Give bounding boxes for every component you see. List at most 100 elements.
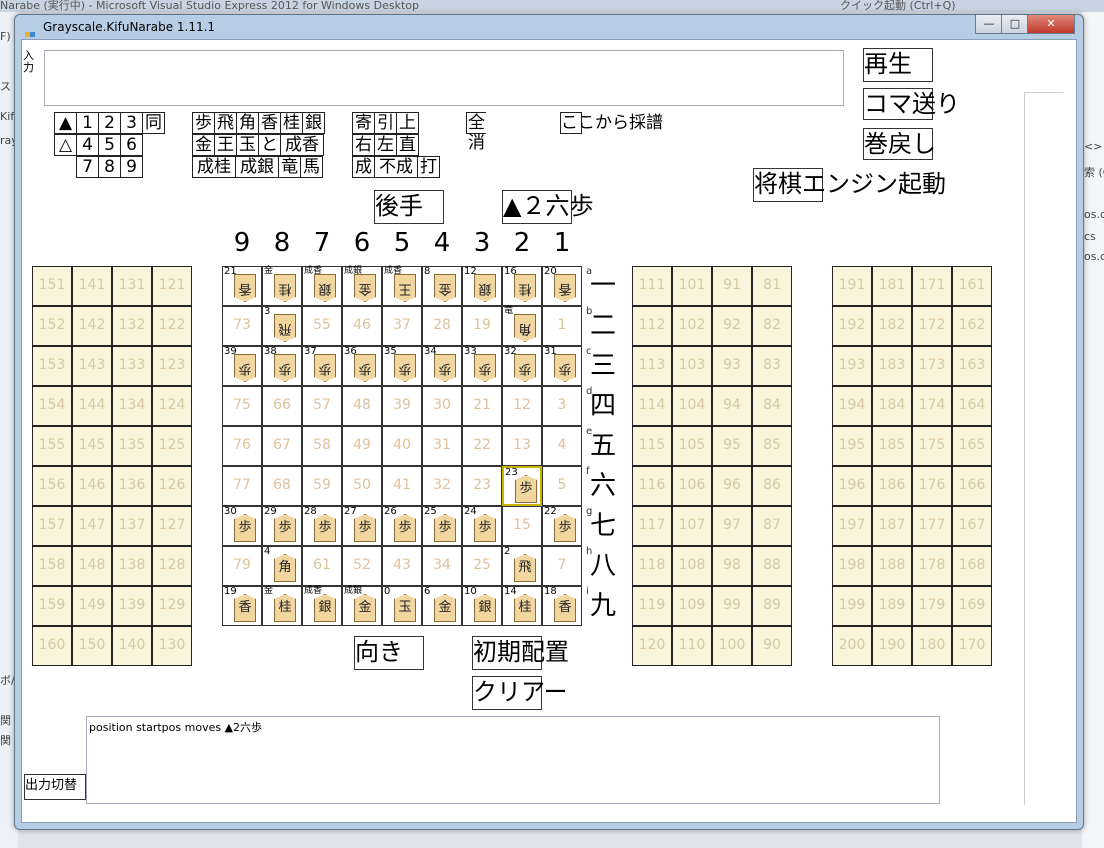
shogi-piece[interactable]: 桂 (514, 594, 536, 622)
board-square[interactable]: 銀 12 (462, 266, 502, 306)
piece-key[interactable]: 銀 (302, 112, 325, 134)
shogi-piece[interactable]: 歩 (474, 514, 496, 542)
captured-square[interactable]: 171 (912, 266, 952, 306)
captured-square[interactable]: 128 (152, 546, 192, 586)
captured-square[interactable]: 112 (632, 306, 672, 346)
shogi-piece[interactable]: 金 (434, 594, 456, 622)
board-square[interactable]: 66 (262, 386, 302, 426)
board-square[interactable]: 歩 31 (542, 346, 582, 386)
captured-square[interactable]: 87 (752, 506, 792, 546)
captured-square[interactable]: 83 (752, 346, 792, 386)
shogi-piece[interactable]: 飛 (514, 554, 536, 582)
keypad-key[interactable]: ▲ (54, 112, 77, 134)
shogi-piece[interactable]: 歩 (515, 475, 537, 503)
captured-square[interactable]: 138 (112, 546, 152, 586)
piece-key[interactable]: 飛 (214, 112, 237, 134)
board-square[interactable]: 香 19 (222, 586, 262, 626)
captured-square[interactable]: 116 (632, 466, 672, 506)
shogi-piece[interactable]: 香 (234, 594, 256, 622)
captured-square[interactable]: 97 (712, 506, 752, 546)
shogi-piece[interactable]: 歩 (354, 514, 376, 542)
board-square[interactable]: 歩 27 (342, 506, 382, 546)
captured-square[interactable]: 175 (912, 426, 952, 466)
board-square[interactable]: 歩 23 (502, 466, 542, 506)
minimize-button[interactable]: — (975, 15, 1003, 34)
captured-square[interactable]: 150 (72, 626, 112, 666)
board-square[interactable]: 50 (342, 466, 382, 506)
captured-square[interactable]: 170 (952, 626, 992, 666)
keypad-key[interactable]: 8 (98, 156, 121, 178)
board-square[interactable]: 30 (422, 386, 462, 426)
shogi-piece[interactable]: 金 (434, 274, 456, 302)
captured-square[interactable]: 127 (152, 506, 192, 546)
captured-square[interactable]: 111 (632, 266, 672, 306)
captured-square[interactable]: 134 (112, 386, 152, 426)
captured-square[interactable]: 153 (32, 346, 72, 386)
captured-square[interactable]: 96 (712, 466, 752, 506)
shogi-piece[interactable]: 金 (354, 274, 376, 302)
board-square[interactable]: 77 (222, 466, 262, 506)
board-square[interactable]: 61 (302, 546, 342, 586)
captured-square[interactable]: 132 (112, 306, 152, 346)
captured-square[interactable]: 179 (912, 586, 952, 626)
captured-square[interactable]: 180 (912, 626, 952, 666)
board-square[interactable]: 歩 34 (422, 346, 462, 386)
captured-square[interactable]: 183 (872, 346, 912, 386)
shogi-piece[interactable]: 角 (274, 554, 296, 582)
captured-square[interactable]: 185 (872, 426, 912, 466)
board-square[interactable]: 32 (422, 466, 462, 506)
captured-square[interactable]: 104 (672, 386, 712, 426)
maximize-button[interactable]: □ (1001, 15, 1029, 34)
shogi-piece[interactable]: 金 (354, 594, 376, 622)
play-button[interactable]: 再生 (863, 48, 933, 82)
captured-square[interactable]: 136 (112, 466, 152, 506)
shogi-piece[interactable]: 歩 (554, 354, 576, 382)
captured-square[interactable]: 107 (672, 506, 712, 546)
captured-square[interactable]: 86 (752, 466, 792, 506)
board-square[interactable]: 王成香 (382, 266, 422, 306)
shogi-piece[interactable]: 歩 (394, 514, 416, 542)
captured-square[interactable]: 113 (632, 346, 672, 386)
captured-square[interactable]: 140 (112, 626, 152, 666)
captured-square[interactable]: 144 (72, 386, 112, 426)
captured-square[interactable]: 181 (872, 266, 912, 306)
input-field[interactable] (44, 50, 844, 106)
shogi-piece[interactable]: 桂 (514, 274, 536, 302)
captured-square[interactable]: 187 (872, 506, 912, 546)
board-square[interactable]: 桂 14 (502, 586, 542, 626)
modifier-key[interactable]: 寄 (352, 112, 375, 134)
board-square[interactable]: 31 (422, 426, 462, 466)
board-square[interactable]: 歩 38 (262, 346, 302, 386)
board-square[interactable]: 25 (462, 546, 502, 586)
captured-square[interactable]: 135 (112, 426, 152, 466)
captured-square[interactable]: 108 (672, 546, 712, 586)
captured-square[interactable]: 189 (872, 586, 912, 626)
modifier-key[interactable]: 成 (352, 156, 375, 178)
captured-square[interactable]: 125 (152, 426, 192, 466)
captured-square[interactable]: 121 (152, 266, 192, 306)
captured-square[interactable]: 195 (832, 426, 872, 466)
captured-square[interactable]: 85 (752, 426, 792, 466)
board-square[interactable]: 48 (342, 386, 382, 426)
piece-key[interactable]: 玉 (236, 134, 259, 156)
board-square[interactable]: 28 (422, 306, 462, 346)
board-square[interactable]: 68 (262, 466, 302, 506)
board-square[interactable]: 歩 28 (302, 506, 342, 546)
captured-square[interactable]: 166 (952, 466, 992, 506)
captured-square[interactable]: 115 (632, 426, 672, 466)
clear-all-key[interactable]: 全消 (466, 112, 486, 153)
modifier-key[interactable]: 直 (396, 134, 419, 156)
captured-square[interactable]: 118 (632, 546, 672, 586)
captured-square[interactable]: 151 (32, 266, 72, 306)
board-square[interactable]: 角竜 (502, 306, 542, 346)
board-square[interactable]: 桂金 (262, 586, 302, 626)
captured-square[interactable]: 101 (672, 266, 712, 306)
board-square[interactable]: 歩 36 (342, 346, 382, 386)
shogi-piece[interactable]: 王 (394, 274, 416, 302)
captured-square[interactable]: 142 (72, 306, 112, 346)
captured-square[interactable]: 156 (32, 466, 72, 506)
captured-square[interactable]: 82 (752, 306, 792, 346)
shogi-piece[interactable]: 香 (554, 594, 576, 622)
modifier-key[interactable]: 左 (374, 134, 397, 156)
board-square[interactable]: 飛2 (502, 546, 542, 586)
